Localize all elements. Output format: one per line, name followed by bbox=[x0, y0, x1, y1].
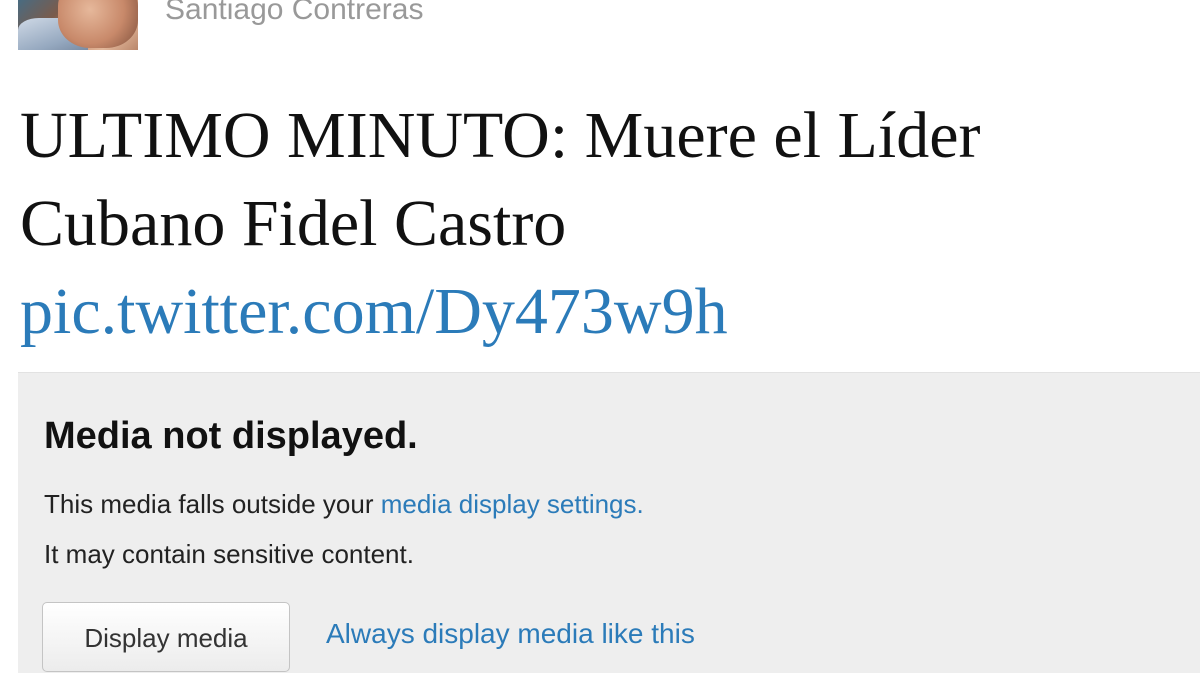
media-notice-prefix: This media falls outside your bbox=[44, 489, 381, 519]
media-notice-line-1: This media falls outside your media disp… bbox=[44, 479, 644, 529]
avatar-photo-face bbox=[58, 0, 138, 48]
tweet-media-link[interactable]: pic.twitter.com/Dy473w9h bbox=[20, 268, 1180, 356]
always-display-media-link[interactable]: Always display media like this bbox=[326, 617, 695, 651]
tweet-text-line-2: Cubano Fidel Castro bbox=[20, 187, 567, 260]
display-media-button[interactable]: Display media bbox=[42, 602, 290, 672]
media-not-displayed-panel: Media not displayed. This media falls ou… bbox=[18, 372, 1200, 673]
media-display-settings-link[interactable]: media display settings. bbox=[381, 489, 644, 519]
media-notice-line-2: It may contain sensitive content. bbox=[44, 539, 414, 569]
tweet-text: ULTIMO MINUTO: Muere el Líder Cubano Fid… bbox=[20, 92, 1180, 356]
author-name[interactable]: Santiago Contreras bbox=[165, 0, 424, 28]
media-notice-description: This media falls outside your media disp… bbox=[44, 479, 644, 579]
avatar[interactable] bbox=[18, 0, 138, 50]
media-notice-title: Media not displayed. bbox=[44, 415, 418, 457]
tweet-text-line-1: ULTIMO MINUTO: Muere el Líder bbox=[20, 99, 981, 172]
